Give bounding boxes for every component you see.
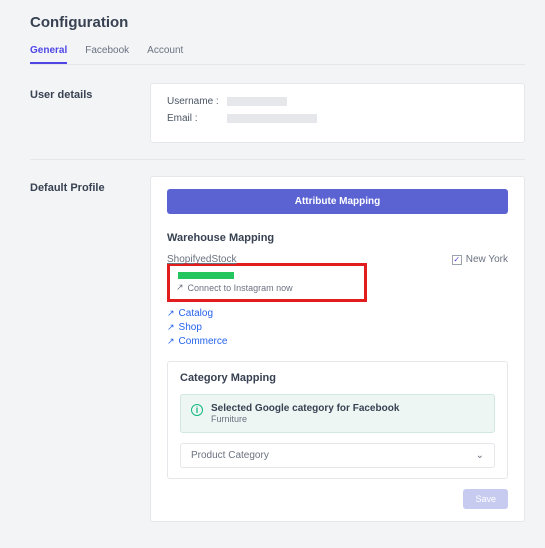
tab-facebook[interactable]: Facebook	[85, 45, 129, 64]
attribute-mapping-button[interactable]: Attribute Mapping	[167, 189, 508, 214]
product-category-select[interactable]: Product Category ⌄	[180, 443, 495, 468]
warehouse-checkbox-label: New York	[466, 254, 508, 265]
product-category-label: Product Category	[191, 450, 269, 461]
page-title: Configuration	[30, 14, 525, 31]
highlight-box: ↗ Connect to Instagram now	[167, 263, 367, 302]
tabs: General Facebook Account	[30, 45, 525, 65]
save-button[interactable]: Save	[463, 489, 508, 509]
warehouse-mapping-title: Warehouse Mapping	[167, 232, 508, 244]
info-icon: i	[191, 404, 203, 416]
select-caret-icon: ⌄	[476, 450, 484, 461]
link-shop[interactable]: ↗ Shop	[167, 322, 508, 333]
external-link-icon: ↗	[176, 282, 184, 293]
user-details-section: User details Username : Email :	[30, 83, 525, 143]
user-details-label: User details	[30, 83, 150, 143]
external-link-icon: ↗	[167, 336, 175, 347]
selected-category-value: Furniture	[211, 414, 399, 424]
warehouse-left-label: ShopifyedStock	[167, 254, 237, 265]
selected-category-title: Selected Google category for Facebook	[211, 403, 399, 414]
username-label: Username :	[167, 96, 227, 107]
default-profile-section: Default Profile Attribute Mapping Wareho…	[30, 176, 525, 522]
user-details-card: Username : Email :	[150, 83, 525, 143]
external-link-icon: ↗	[167, 308, 175, 319]
connect-instagram-link[interactable]: ↗ Connect to Instagram now	[176, 282, 358, 293]
status-strip	[178, 272, 234, 279]
link-catalog[interactable]: ↗ Catalog	[167, 308, 508, 319]
username-value-redacted	[227, 97, 287, 106]
email-label: Email :	[167, 113, 227, 124]
section-divider	[30, 159, 525, 160]
profile-card: Attribute Mapping Warehouse Mapping Shop…	[150, 176, 525, 522]
external-link-icon: ↗	[167, 322, 175, 333]
tab-account[interactable]: Account	[147, 45, 183, 64]
category-mapping-title: Category Mapping	[180, 372, 495, 384]
checkbox-icon: ✓	[452, 255, 462, 265]
selected-category-box: i Selected Google category for Facebook …	[180, 394, 495, 433]
link-commerce[interactable]: ↗ Commerce	[167, 336, 508, 347]
warehouse-link-list: ↗ Catalog ↗ Shop ↗ Commerce	[167, 308, 508, 347]
warehouse-checkbox-row[interactable]: ✓ New York	[452, 254, 508, 265]
default-profile-label: Default Profile	[30, 176, 150, 522]
email-value-redacted	[227, 114, 317, 123]
category-mapping-card: Category Mapping i Selected Google categ…	[167, 361, 508, 479]
tab-general[interactable]: General	[30, 45, 67, 64]
